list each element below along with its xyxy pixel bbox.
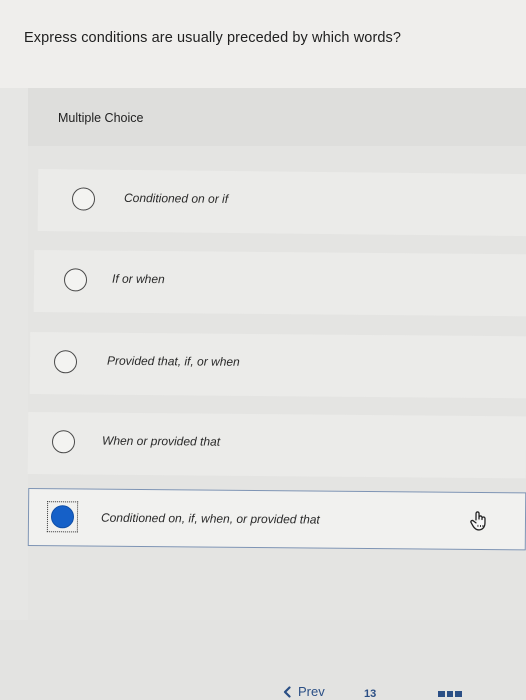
radio-button[interactable] <box>63 268 88 292</box>
answer-option-5[interactable]: Conditioned on, if, when, or provided th… <box>27 488 526 551</box>
answer-option-1[interactable]: Conditioned on or if <box>37 169 526 237</box>
answer-option-2[interactable]: If or when <box>33 250 526 317</box>
question-type-header: Multiple Choice <box>28 88 526 146</box>
question-grid-icon[interactable] <box>438 691 463 697</box>
question-area: Express conditions are usually preceded … <box>0 0 526 88</box>
answer-options-panel: Conditioned on or if If or when Provided… <box>27 146 526 620</box>
bottom-navigation: Prev 13 <box>0 620 526 700</box>
radio-button-selected[interactable] <box>50 505 75 529</box>
answer-option-label: Provided that, if, or when <box>106 353 240 369</box>
question-text: Express conditions are usually preceded … <box>24 30 402 46</box>
radio-button[interactable] <box>53 350 78 374</box>
radio-button[interactable] <box>51 430 76 454</box>
answer-option-label: If or when <box>111 271 165 287</box>
answer-option-label: Conditioned on, if, when, or provided th… <box>100 510 320 527</box>
prev-button[interactable]: Prev <box>282 684 325 699</box>
page-indicator[interactable]: 13 <box>364 688 376 700</box>
radio-button[interactable] <box>71 187 96 211</box>
prev-label: Prev <box>298 684 325 699</box>
answer-option-label: Conditioned on or if <box>123 190 229 206</box>
answer-option-4[interactable]: When or provided that <box>27 412 526 479</box>
answer-option-3[interactable]: Provided that, if, or when <box>29 332 526 399</box>
question-type-label: Multiple Choice <box>58 111 144 125</box>
chevron-left-icon <box>283 685 291 698</box>
hand-pointer-icon <box>470 511 486 531</box>
answer-option-label: When or provided that <box>101 433 221 449</box>
